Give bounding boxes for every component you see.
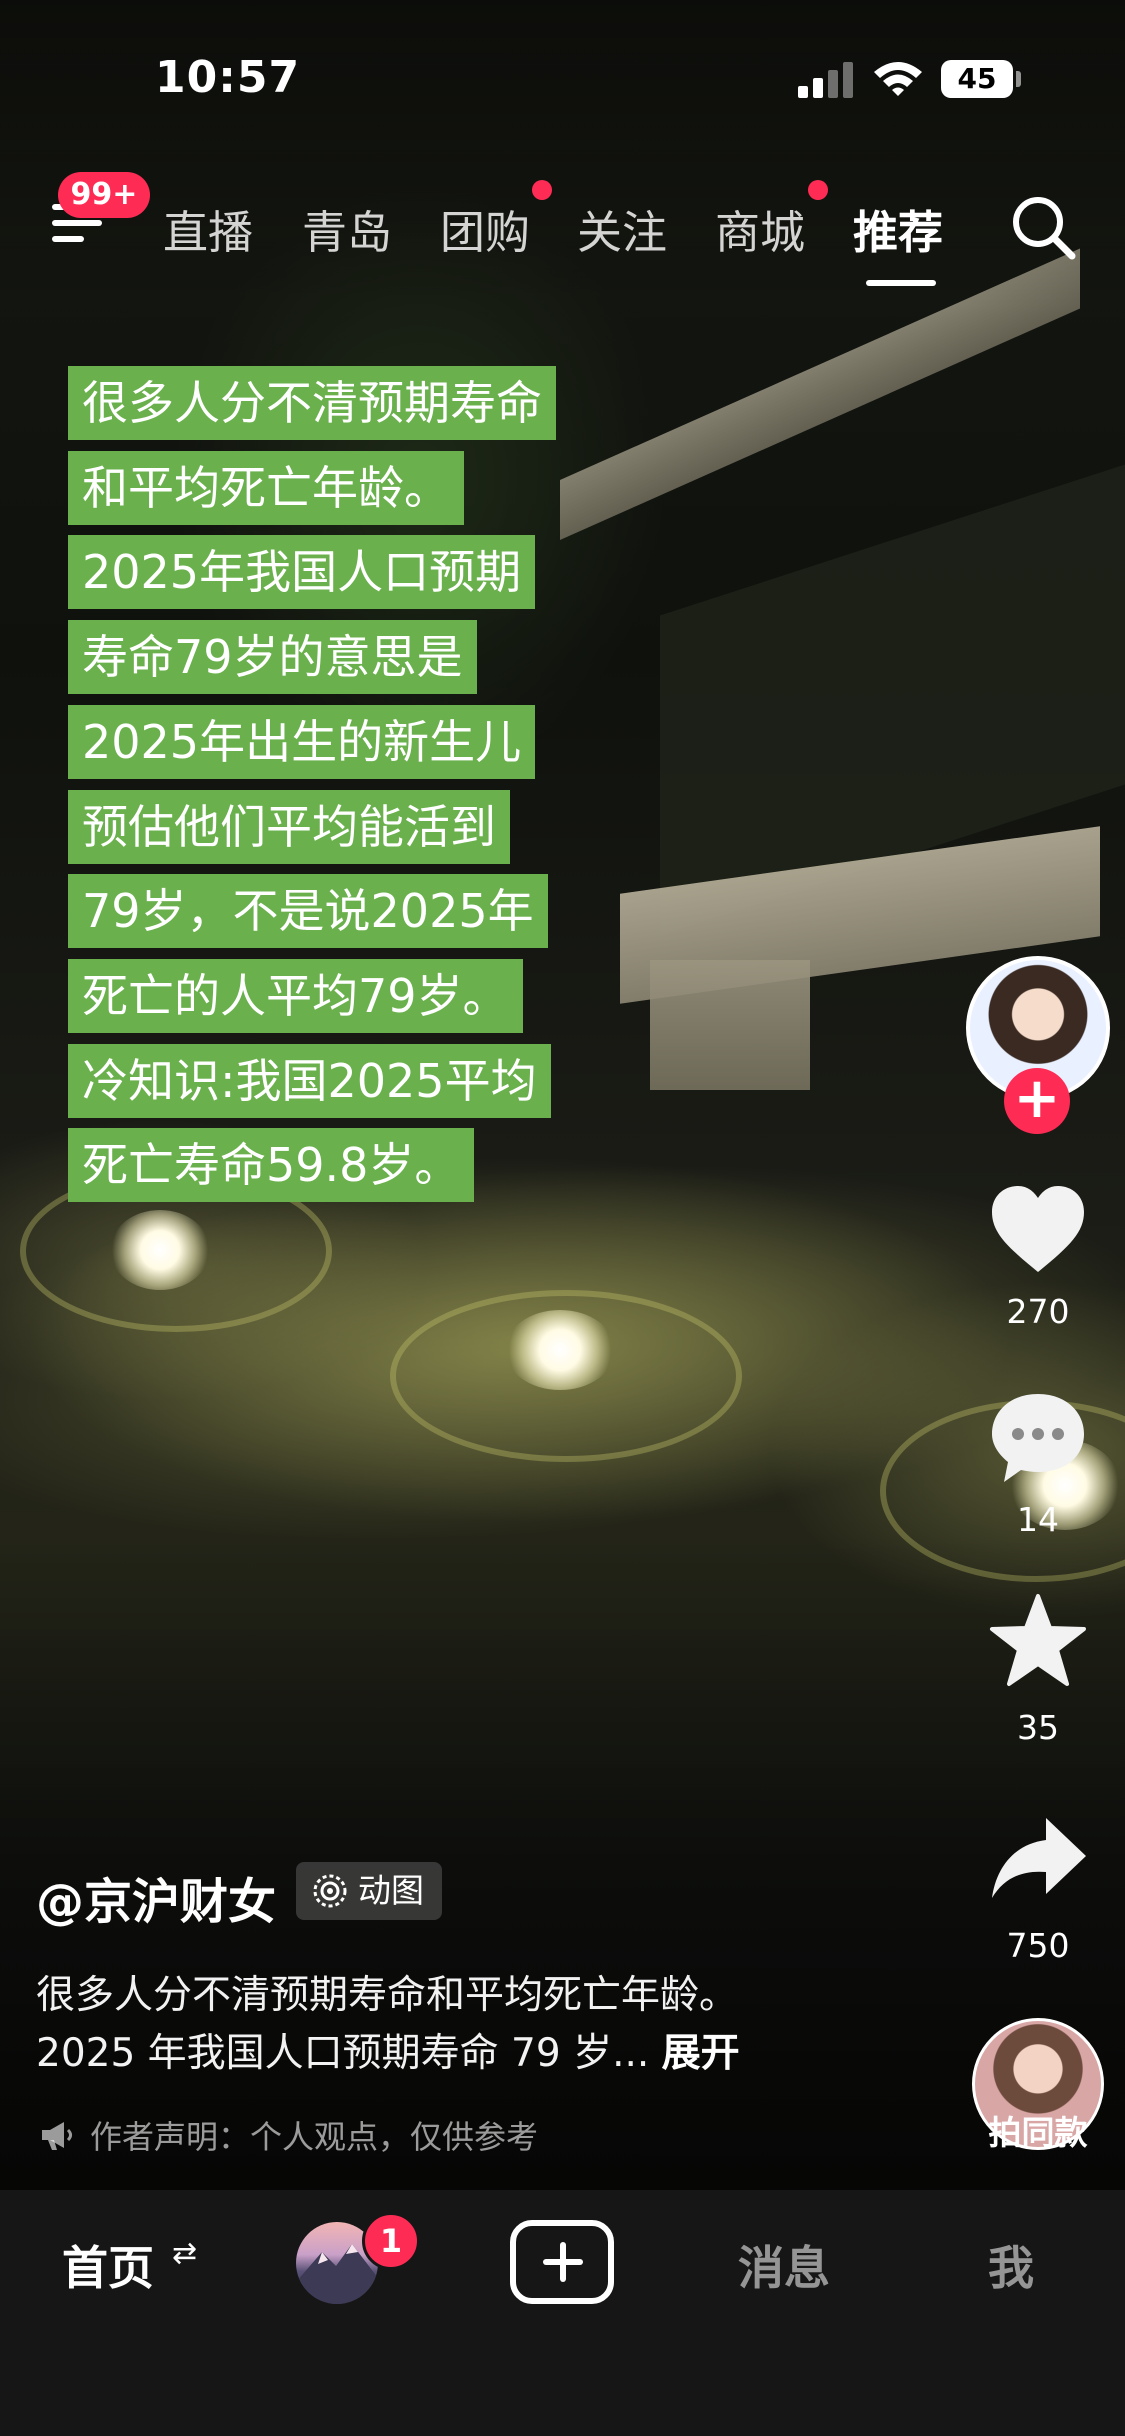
remix-label[interactable]: 拍同款 (960, 2106, 1116, 2154)
favorite-star-icon[interactable] (986, 1592, 1090, 1692)
status-bar: 10:57 45 (0, 0, 1125, 120)
friends-badge: 1 (362, 2212, 420, 2270)
search-icon[interactable] (1008, 192, 1078, 262)
caption-line: 死亡的人平均79岁。 (68, 959, 523, 1033)
bottom-nav: 首页 ⇄ 1 消息 我 (0, 2190, 1125, 2436)
tab-group-buy-dot (532, 180, 552, 200)
description-line: 很多人分不清预期寿命和平均死亡年龄。 (36, 1973, 739, 2018)
caption-line: 寿命79岁的意思是 (68, 620, 477, 694)
share-arrow-icon[interactable] (986, 1810, 1090, 1910)
swap-icon: ⇄ (172, 2236, 198, 2271)
tab-qingdao[interactable]: 青岛 (302, 196, 392, 261)
megaphone-icon (42, 2122, 72, 2150)
animation-icon (313, 1874, 347, 1908)
wifi-icon (874, 62, 922, 96)
caption-line: 2025年我国人口预期 (68, 535, 536, 609)
comment-icon[interactable] (986, 1386, 1090, 1486)
tag-label: 动图 (358, 1871, 424, 1910)
author-disclaimer: 作者声明：个人观点，仅供参考 (40, 2112, 538, 2158)
share-count: 750 (1006, 1926, 1070, 1965)
status-time: 10:57 (155, 52, 301, 103)
description-text: 2025 年我国人口预期寿命 79 岁... (36, 2031, 650, 2076)
nav-home[interactable]: 首页 (62, 2232, 154, 2298)
caption-line: 79岁，不是说2025年 (68, 874, 548, 948)
comment-count: 14 (1017, 1500, 1059, 1539)
description-line-2: 2025 年我国人口预期寿命 79 岁... 展开 (36, 2022, 740, 2078)
tab-following[interactable]: 关注 (577, 196, 667, 261)
expand-button[interactable]: 展开 (662, 2031, 740, 2076)
create-post-button[interactable] (510, 2220, 614, 2304)
nav-me[interactable]: 我 (988, 2232, 1034, 2298)
battery-icon: 45 (941, 60, 1013, 98)
caption-line: 预估他们平均能活到 (68, 790, 510, 864)
tab-recommended[interactable]: 推荐 (853, 196, 943, 261)
tab-live[interactable]: 直播 (163, 196, 253, 261)
author-name[interactable]: @京沪财女 (36, 1862, 276, 1932)
animated-image-tag[interactable]: 动图 (296, 1862, 442, 1920)
tab-mall-dot (808, 180, 828, 200)
caption-line: 冷知识:我国2025平均 (68, 1044, 551, 1118)
nav-messages[interactable]: 消息 (738, 2232, 830, 2298)
caption-line: 死亡寿命59.8岁。 (68, 1128, 475, 1202)
follow-plus-icon[interactable]: + (1004, 1068, 1070, 1134)
disclaimer-text: 作者声明：个人观点，仅供参考 (90, 2118, 539, 2156)
tab-group-buy[interactable]: 团购 (440, 196, 530, 261)
caption-line: 很多人分不清预期寿命 (68, 366, 556, 440)
like-count: 270 (1006, 1292, 1070, 1331)
favorite-count: 35 (1017, 1708, 1059, 1747)
caption-line: 和平均死亡年龄。 (68, 451, 464, 525)
like-heart-icon[interactable] (986, 1180, 1090, 1280)
active-tab-indicator (866, 280, 936, 286)
caption-line: 2025年出生的新生儿 (68, 705, 536, 779)
tab-mall[interactable]: 商城 (715, 196, 805, 261)
menu-badge: 99+ (58, 172, 150, 218)
battery-tip (1016, 71, 1021, 87)
cellular-signal-icon (798, 62, 854, 98)
